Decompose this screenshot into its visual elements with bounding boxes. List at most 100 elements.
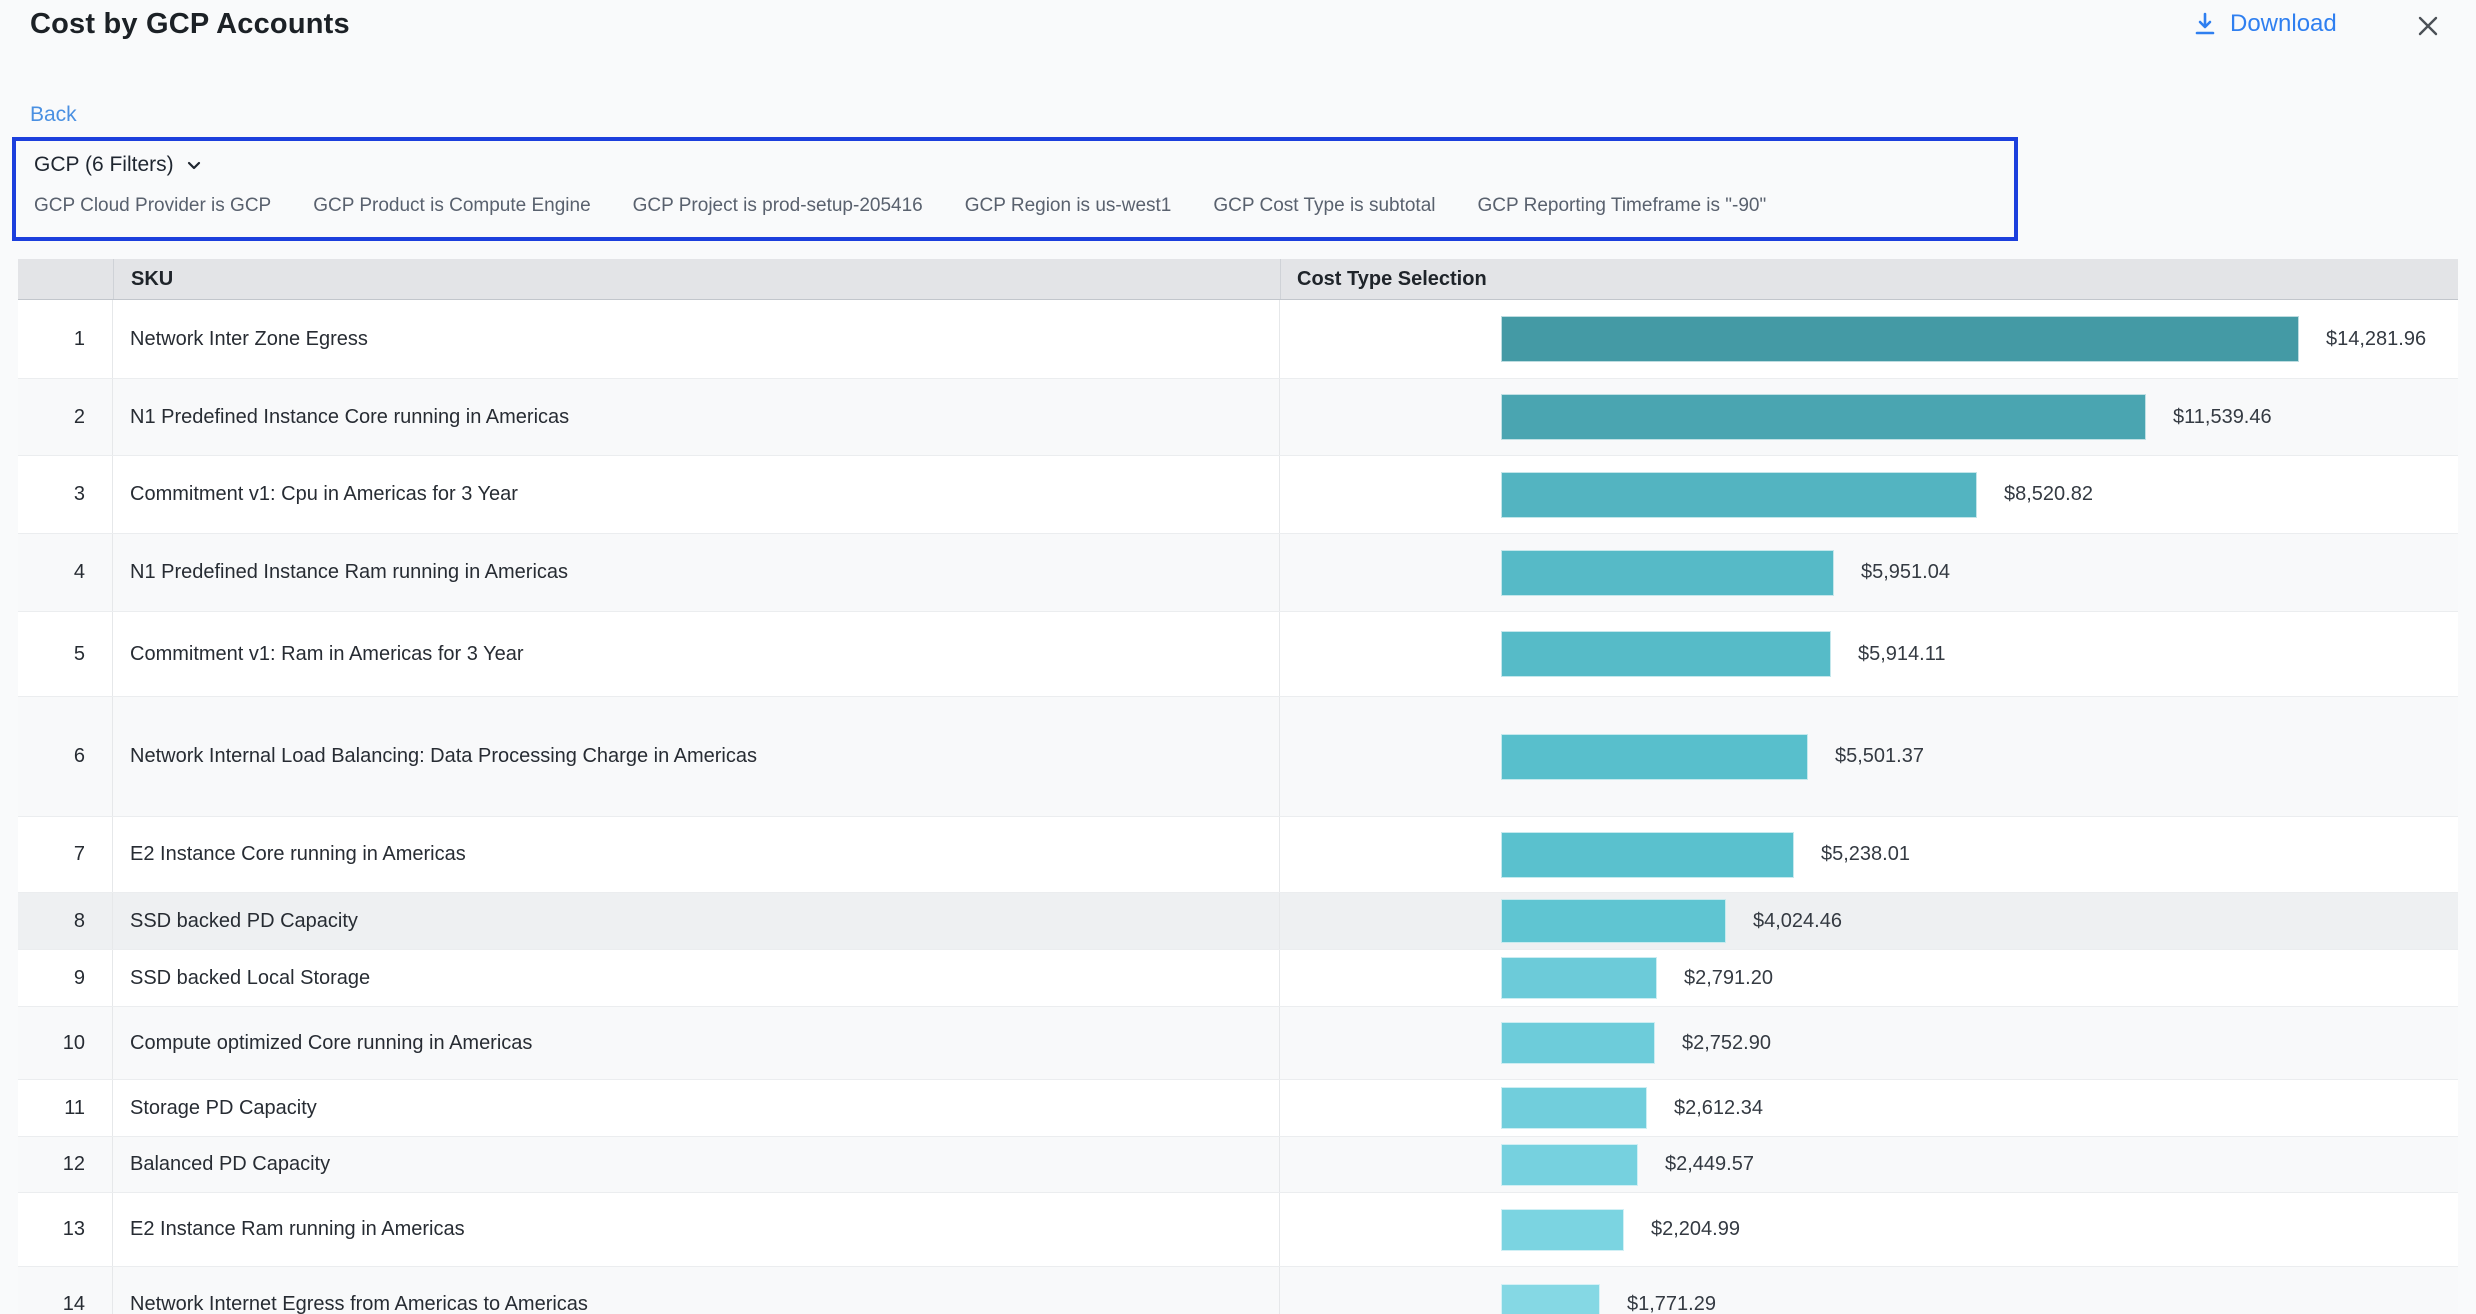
row-rank: 1 <box>18 300 113 378</box>
sku-name: Commitment v1: Cpu in Americas for 3 Yea… <box>113 456 1280 533</box>
row-rank: 4 <box>18 534 113 611</box>
sku-name: Network Inter Zone Egress <box>113 300 1280 378</box>
row-rank: 9 <box>18 950 113 1006</box>
row-rank: 5 <box>18 612 113 696</box>
chevron-down-icon <box>184 155 204 175</box>
cost-bar[interactable] <box>1501 394 2146 440</box>
cost-bar-cell: $2,791.20 <box>1280 950 2458 1006</box>
cost-value-label: $2,449.57 <box>1665 1153 1754 1176</box>
row-rank: 10 <box>18 1007 113 1079</box>
sku-column-header: SKU <box>113 259 1280 299</box>
cost-bar[interactable] <box>1501 832 1794 878</box>
table-row: 9SSD backed Local Storage $2,791.20 <box>18 950 2458 1007</box>
filter-panel: GCP (6 Filters) GCP Cloud Provider is GC… <box>12 137 2018 241</box>
cost-table: SKU Cost Type Selection 1Network Inter Z… <box>18 259 2458 1314</box>
cost-bar-cell: $5,238.01 <box>1280 817 2458 892</box>
cost-bar-cell: $5,501.37 <box>1280 697 2458 816</box>
cost-value-label: $4,024.46 <box>1753 910 1842 933</box>
cost-bar-cell: $5,951.04 <box>1280 534 2458 611</box>
cost-bar-cell: $5,914.11 <box>1280 612 2458 696</box>
cost-value-label: $2,612.34 <box>1674 1097 1763 1120</box>
download-button[interactable]: Download <box>2192 10 2337 38</box>
filter-condition: GCP Project is prod-setup-205416 <box>633 195 923 217</box>
sku-name: Commitment v1: Ram in Americas for 3 Yea… <box>113 612 1280 696</box>
row-rank: 6 <box>18 697 113 816</box>
cost-bar-cell: $2,752.90 <box>1280 1007 2458 1079</box>
back-link[interactable]: Back <box>30 103 77 127</box>
sku-name: Balanced PD Capacity <box>113 1137 1280 1192</box>
table-row: 12Balanced PD Capacity $2,449.57 <box>18 1137 2458 1193</box>
table-row: 10Compute optimized Core running in Amer… <box>18 1007 2458 1080</box>
cost-bar-cell: $4,024.46 <box>1280 893 2458 949</box>
filter-group-toggle[interactable]: GCP (6 Filters) <box>34 153 204 177</box>
row-rank: 12 <box>18 1137 113 1192</box>
row-rank: 2 <box>18 379 113 455</box>
cost-value-label: $14,281.96 <box>2326 328 2426 351</box>
cost-value-label: $5,501.37 <box>1835 745 1924 768</box>
filter-condition: GCP Cost Type is subtotal <box>1213 195 1435 217</box>
page-title: Cost by GCP Accounts <box>30 8 350 41</box>
cost-bar[interactable] <box>1501 1209 1624 1251</box>
filter-condition: GCP Product is Compute Engine <box>313 195 590 217</box>
cost-bar-cell: $2,204.99 <box>1280 1193 2458 1266</box>
cost-bar[interactable] <box>1501 631 1831 677</box>
cost-bar-cell: $14,281.96 <box>1280 300 2458 378</box>
row-rank: 13 <box>18 1193 113 1266</box>
cost-value-label: $5,914.11 <box>1858 643 1946 666</box>
cost-bar[interactable] <box>1501 1284 1600 1314</box>
cost-bar[interactable] <box>1501 1087 1647 1129</box>
sku-name: N1 Predefined Instance Core running in A… <box>113 379 1280 455</box>
cost-value-label: $11,539.46 <box>2173 406 2272 429</box>
cost-value-label: $2,752.90 <box>1682 1032 1771 1055</box>
download-icon <box>2192 11 2218 37</box>
row-rank: 7 <box>18 817 113 892</box>
sku-name: Network Internal Load Balancing: Data Pr… <box>113 697 1280 816</box>
filter-condition: GCP Region is us-west1 <box>965 195 1172 217</box>
sku-name: E2 Instance Ram running in Americas <box>113 1193 1280 1266</box>
table-row: 1Network Inter Zone Egress $14,281.96 <box>18 300 2458 379</box>
table-row: 13E2 Instance Ram running in Americas $2,… <box>18 1193 2458 1267</box>
cost-bar[interactable] <box>1501 957 1657 999</box>
cost-bar[interactable] <box>1501 1144 1638 1186</box>
download-label: Download <box>2230 10 2337 38</box>
row-rank: 14 <box>18 1267 113 1314</box>
cost-bar-cell: $2,449.57 <box>1280 1137 2458 1192</box>
table-row: 5Commitment v1: Ram in Americas for 3 Ye… <box>18 612 2458 697</box>
cost-value-label: $5,951.04 <box>1861 561 1950 584</box>
cost-value-label: $2,791.20 <box>1684 967 1773 990</box>
filter-conditions-row: GCP Cloud Provider is GCP GCP Product is … <box>34 195 2014 217</box>
cost-value-label: $1,771.29 <box>1627 1293 1716 1314</box>
table-row: 3Commitment v1: Cpu in Americas for 3 Ye… <box>18 456 2458 534</box>
table-row: 14Network Internet Egress from Americas … <box>18 1267 2458 1314</box>
cost-bar[interactable] <box>1501 1022 1655 1064</box>
sku-name: SSD backed PD Capacity <box>113 893 1280 949</box>
sku-name: N1 Predefined Instance Ram running in Am… <box>113 534 1280 611</box>
sku-name: E2 Instance Core running in Americas <box>113 817 1280 892</box>
table-row: 8SSD backed PD Capacity$4,024.46 <box>18 893 2458 950</box>
table-row: 11Storage PD Capacity$2,612.34 <box>18 1080 2458 1137</box>
table-row: 6Network Internal Load Balancing: Data P… <box>18 697 2458 817</box>
table-row: 2N1 Predefined Instance Core running in … <box>18 379 2458 456</box>
cost-bar-cell: $1,771.29 <box>1280 1267 2458 1314</box>
cost-value-label: $5,238.01 <box>1821 843 1910 866</box>
cost-bar[interactable] <box>1501 899 1726 943</box>
cost-bar-cell: $11,539.46 <box>1280 379 2458 455</box>
row-rank: 11 <box>18 1080 113 1136</box>
cost-bar[interactable] <box>1501 472 1977 518</box>
cost-bar-cell: $8,520.82 <box>1280 456 2458 533</box>
close-button[interactable] <box>2412 8 2448 44</box>
sku-name: Compute optimized Core running in Americ… <box>113 1007 1280 1079</box>
sku-name: Network Internet Egress from Americas to… <box>113 1267 1280 1314</box>
cost-type-column-header: Cost Type Selection <box>1280 259 2458 299</box>
cost-value-label: $2,204.99 <box>1651 1218 1740 1241</box>
cost-bar-cell: $2,612.34 <box>1280 1080 2458 1136</box>
filter-condition: GCP Reporting Timeframe is "-90" <box>1478 195 1767 217</box>
sku-name: SSD backed Local Storage <box>113 950 1280 1006</box>
cost-value-label: $8,520.82 <box>2004 483 2093 506</box>
cost-bar[interactable] <box>1501 316 2299 362</box>
filter-group-label: GCP (6 Filters) <box>34 153 174 177</box>
cost-bar[interactable] <box>1501 550 1834 596</box>
cost-bar[interactable] <box>1501 734 1808 780</box>
table-row: 4N1 Predefined Instance Ram running in A… <box>18 534 2458 612</box>
filter-condition: GCP Cloud Provider is GCP <box>34 195 271 217</box>
